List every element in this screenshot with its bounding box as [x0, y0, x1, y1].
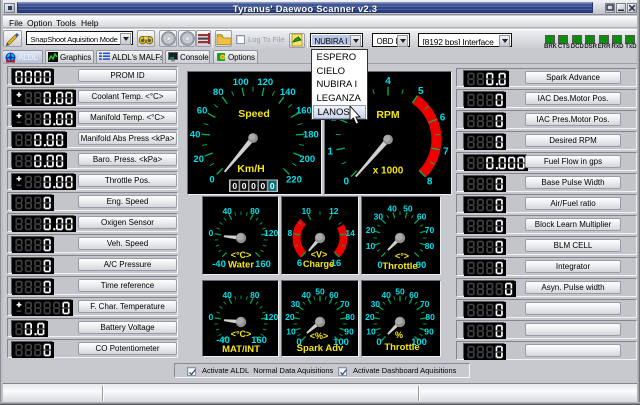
- svg-text:140: 140: [280, 87, 296, 98]
- svg-text:1: 1: [327, 147, 333, 158]
- svg-text:<°C>: <°C>: [231, 329, 252, 339]
- svg-text:90: 90: [424, 326, 434, 336]
- svg-text:220: 220: [286, 175, 302, 186]
- svg-text:30: 30: [371, 299, 381, 309]
- svg-text:160: 160: [255, 259, 271, 270]
- svg-text:40: 40: [387, 204, 397, 214]
- svg-text:40: 40: [222, 290, 232, 300]
- svg-text:200: 200: [299, 154, 315, 165]
- svg-text:0: 0: [376, 337, 381, 348]
- svg-text:60: 60: [197, 106, 208, 117]
- svg-text:10: 10: [366, 326, 376, 336]
- svg-text:<°>: <°>: [395, 251, 409, 261]
- svg-text:0: 0: [209, 175, 214, 186]
- svg-text:80: 80: [250, 206, 260, 216]
- svg-text:120: 120: [257, 77, 273, 88]
- svg-text:100: 100: [233, 77, 249, 88]
- svg-text:8: 8: [427, 177, 433, 188]
- svg-text:0: 0: [270, 181, 275, 191]
- svg-text:10: 10: [366, 241, 376, 251]
- svg-text:40: 40: [301, 290, 311, 300]
- svg-text:Throttle: Throttle: [382, 261, 417, 272]
- svg-text:0: 0: [209, 228, 214, 238]
- svg-text:80: 80: [425, 312, 435, 322]
- svg-text:8: 8: [288, 228, 293, 238]
- svg-text:%: %: [395, 330, 403, 340]
- svg-text:30: 30: [291, 299, 301, 309]
- svg-text:14: 14: [345, 228, 355, 238]
- svg-text:50: 50: [403, 204, 413, 214]
- svg-text:10: 10: [286, 326, 296, 336]
- svg-text:0: 0: [209, 312, 214, 322]
- svg-text:12: 12: [329, 206, 339, 216]
- svg-text:80: 80: [250, 290, 260, 300]
- svg-text:6: 6: [440, 112, 446, 123]
- svg-text:80: 80: [345, 312, 355, 322]
- svg-text:Km/H: Km/H: [237, 163, 264, 175]
- svg-text:<°C>: <°C>: [231, 250, 252, 260]
- svg-text:0: 0: [232, 181, 237, 191]
- svg-text:Throttle: Throttle: [384, 342, 419, 353]
- svg-text:Speed: Speed: [238, 108, 270, 120]
- svg-text:50: 50: [395, 287, 405, 297]
- svg-text:180: 180: [303, 129, 319, 140]
- svg-text:120: 120: [264, 228, 278, 238]
- svg-text:0: 0: [251, 181, 256, 191]
- svg-text:5: 5: [418, 86, 424, 97]
- svg-text:80: 80: [213, 87, 224, 98]
- svg-text:80: 80: [425, 241, 435, 251]
- svg-text:Water: Water: [228, 260, 254, 271]
- svg-text:20: 20: [285, 312, 295, 322]
- svg-text:x 1000: x 1000: [373, 166, 404, 177]
- svg-text:0: 0: [242, 181, 247, 191]
- svg-text:-40: -40: [212, 259, 226, 270]
- svg-text:70: 70: [420, 299, 430, 309]
- svg-text:120: 120: [264, 312, 278, 322]
- svg-text:20: 20: [193, 154, 204, 165]
- svg-text:70: 70: [425, 225, 435, 235]
- svg-text:60: 60: [409, 290, 419, 300]
- svg-text:40: 40: [190, 129, 201, 140]
- svg-text:Spark Adv: Spark Adv: [297, 343, 344, 354]
- svg-text:70: 70: [340, 299, 350, 309]
- svg-text:50: 50: [315, 287, 325, 297]
- svg-text:20: 20: [366, 225, 376, 235]
- svg-text:6: 6: [297, 258, 302, 269]
- svg-text:160: 160: [296, 106, 312, 117]
- svg-text:60: 60: [329, 290, 339, 300]
- svg-text:<%>: <%>: [310, 331, 329, 341]
- svg-text:0: 0: [261, 181, 266, 191]
- svg-text:60: 60: [417, 211, 427, 221]
- svg-text:20: 20: [365, 312, 375, 322]
- svg-text:40: 40: [222, 206, 232, 216]
- svg-text:MAT/INT: MAT/INT: [222, 344, 260, 355]
- svg-text:0: 0: [344, 177, 350, 188]
- svg-text:4: 4: [385, 76, 391, 87]
- svg-text:10: 10: [301, 206, 311, 216]
- svg-text:<V>: <V>: [311, 250, 328, 260]
- svg-text:Charge: Charge: [303, 259, 334, 269]
- svg-text:RPM: RPM: [376, 109, 400, 121]
- svg-text:40: 40: [381, 290, 391, 300]
- svg-text:90: 90: [344, 326, 354, 336]
- svg-text:30: 30: [374, 211, 384, 221]
- svg-text:7: 7: [443, 147, 449, 158]
